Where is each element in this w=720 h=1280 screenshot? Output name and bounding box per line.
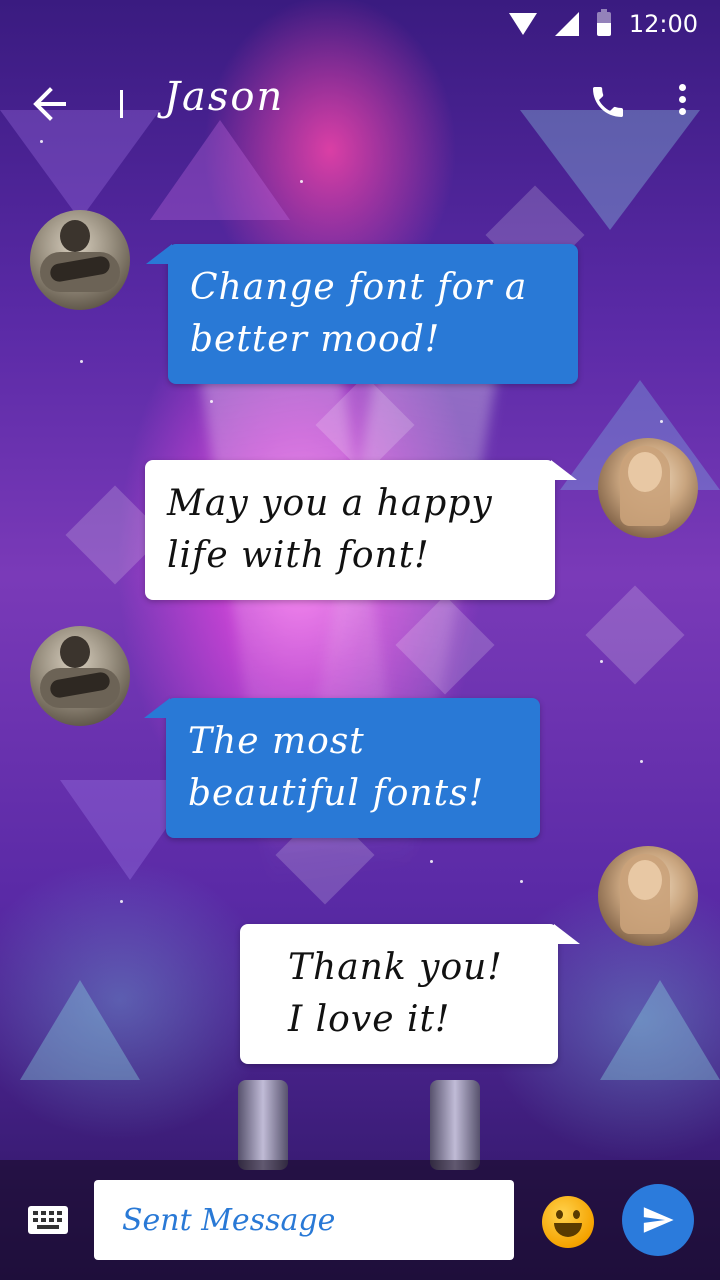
message-bubble-outgoing[interactable]: May you a happy life with font! xyxy=(145,460,577,600)
keyboard-icon[interactable] xyxy=(28,1206,68,1234)
smiley-icon[interactable] xyxy=(542,1196,594,1248)
message-input[interactable] xyxy=(94,1180,514,1260)
header-divider xyxy=(120,90,123,118)
phone-icon[interactable] xyxy=(588,82,628,122)
triangle-decor xyxy=(20,980,140,1080)
triangle-decor xyxy=(600,980,720,1080)
message-text-line: life with font! xyxy=(167,535,430,576)
contact-name: Jason xyxy=(164,74,285,120)
wifi-icon xyxy=(508,13,537,35)
star-decor xyxy=(430,860,433,863)
message-text-line: May you a happy xyxy=(167,483,493,524)
avatar[interactable] xyxy=(598,438,698,538)
star-decor xyxy=(210,400,213,403)
message-text-line: The most xyxy=(188,721,365,762)
message-text-line: beautiful fonts! xyxy=(188,773,485,814)
signal-icon xyxy=(554,12,579,36)
message-bubble-incoming[interactable]: The most beautiful fonts! xyxy=(144,698,540,838)
message-bubble-outgoing[interactable]: Thank you! I love it! xyxy=(240,924,580,1064)
star-decor xyxy=(520,880,523,883)
more-vertical-icon[interactable] xyxy=(672,84,692,124)
star-decor xyxy=(660,420,663,423)
star-decor xyxy=(300,180,303,183)
message-text-line: Thank you! xyxy=(288,947,503,988)
diamond-decor xyxy=(585,585,685,685)
star-decor xyxy=(80,360,83,363)
microphone-decor xyxy=(430,1080,480,1170)
message-text-line: better mood! xyxy=(190,319,441,360)
composer-bar xyxy=(0,1160,720,1280)
chat-header: Jason xyxy=(0,48,720,160)
send-icon xyxy=(643,1207,674,1233)
avatar[interactable] xyxy=(30,210,130,310)
status-bar: 12:00 xyxy=(0,0,720,48)
star-decor xyxy=(600,660,603,663)
star-decor xyxy=(640,760,643,763)
microphone-decor xyxy=(238,1080,288,1170)
message-text-line: Change font for a xyxy=(190,267,528,308)
arrow-left-icon[interactable] xyxy=(28,84,72,124)
battery-icon xyxy=(596,9,611,36)
star-decor xyxy=(120,900,123,903)
avatar[interactable] xyxy=(30,626,130,726)
message-bubble-incoming[interactable]: Change font for a better mood! xyxy=(146,244,578,384)
send-button[interactable] xyxy=(622,1184,694,1256)
message-text-line: I love it! xyxy=(288,999,451,1040)
status-time: 12:00 xyxy=(628,10,698,38)
avatar[interactable] xyxy=(598,846,698,946)
